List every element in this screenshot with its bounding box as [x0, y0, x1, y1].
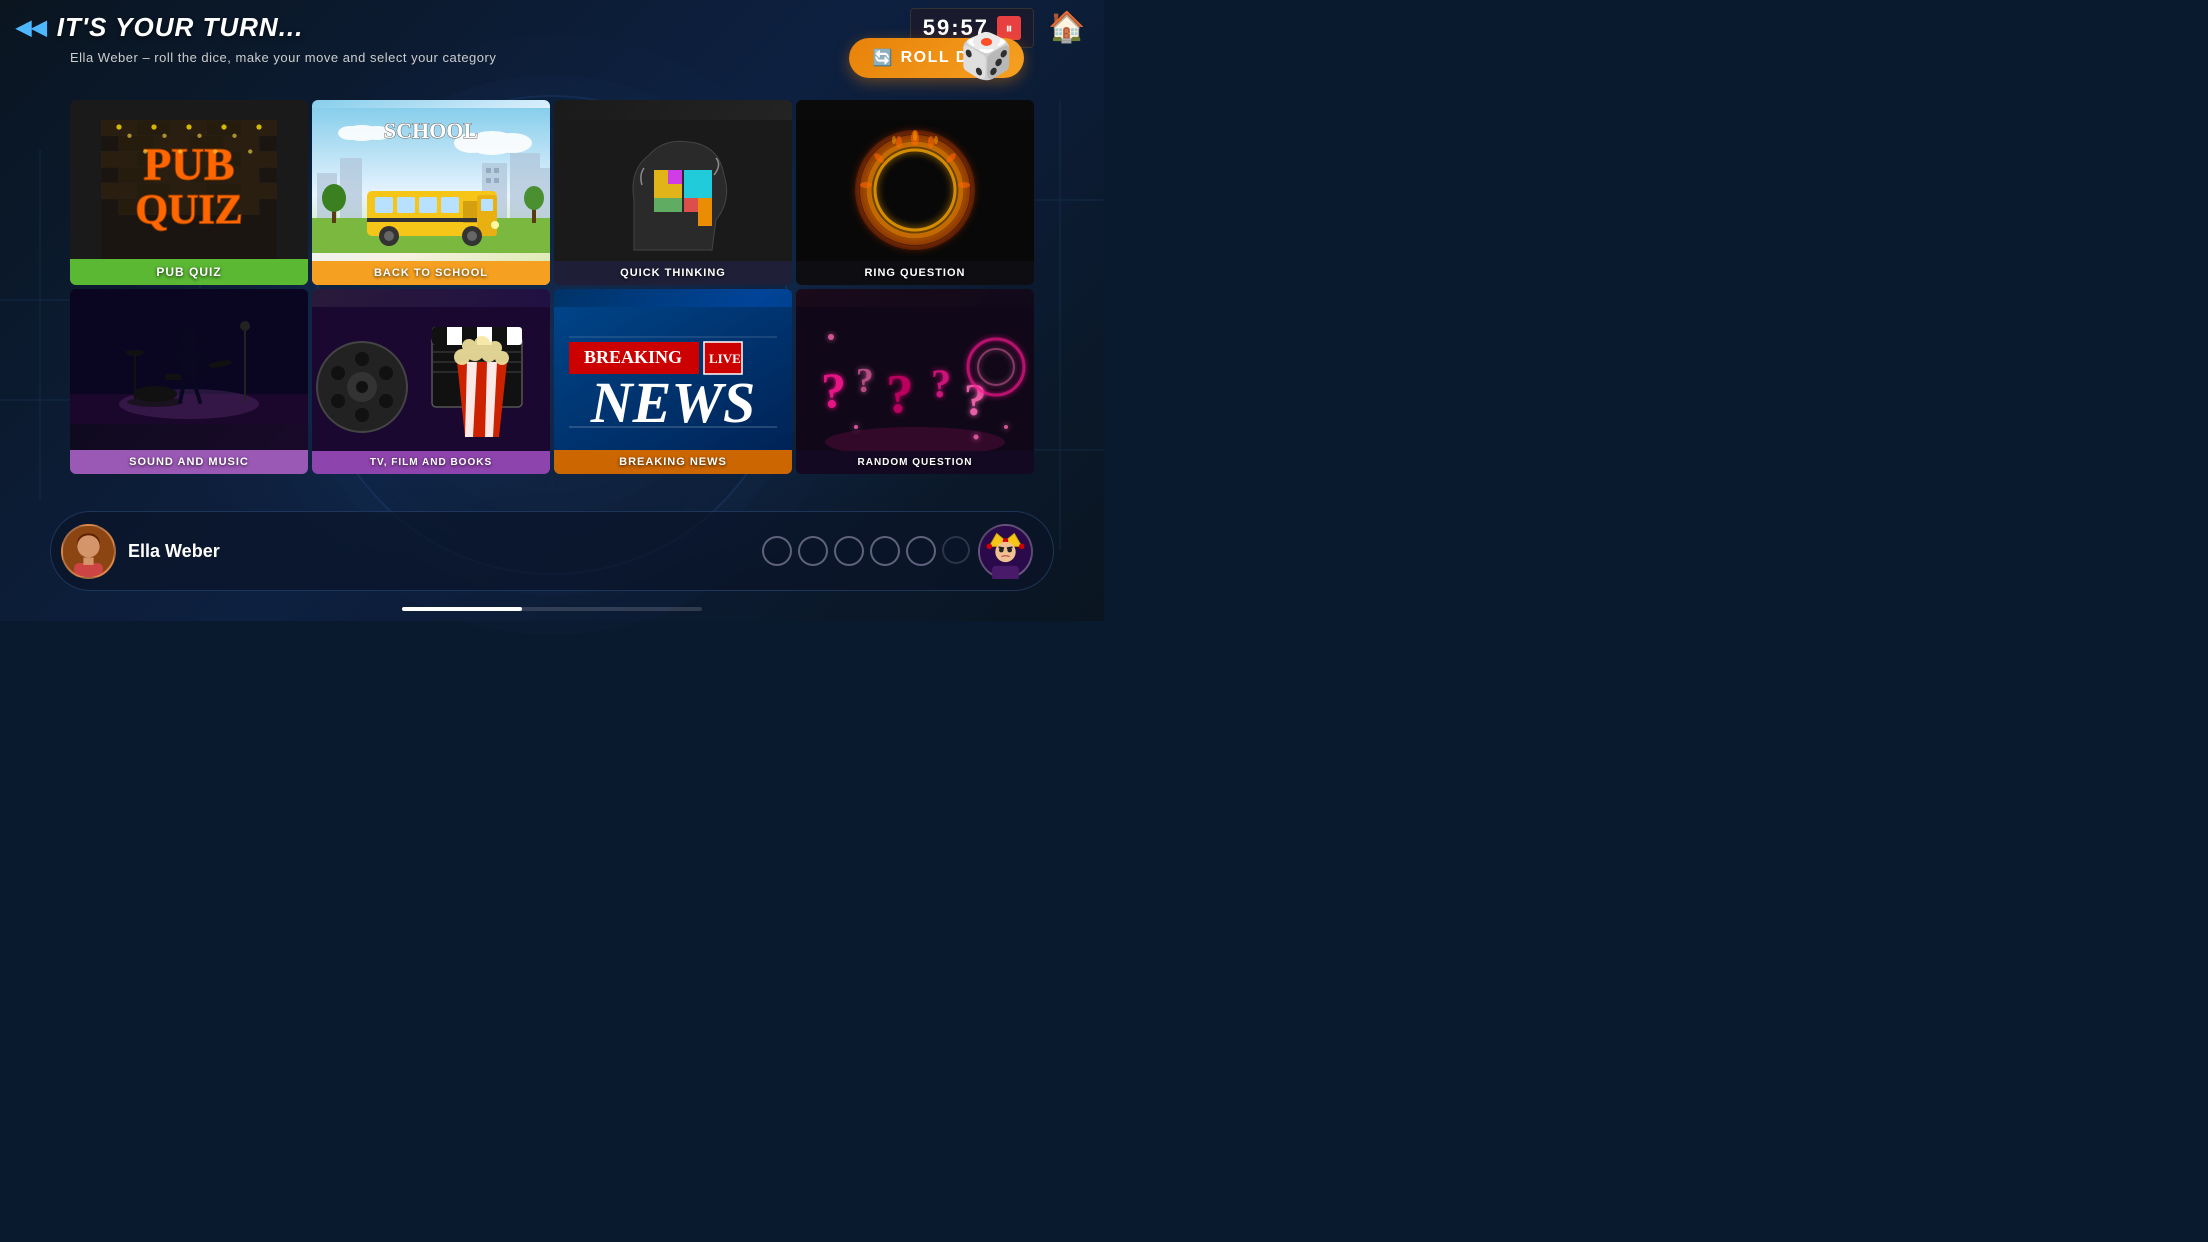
- progress-bar-area: [402, 607, 702, 611]
- player-bar: Ella Weber: [50, 511, 1054, 591]
- player-avatar: [61, 524, 116, 579]
- double-arrow-icon: ◀◀: [16, 15, 47, 40]
- school-graphic: SCHOOL: [312, 108, 550, 253]
- category-random-question[interactable]: ? ? ? ? ? RANDOM QUESTION: [796, 289, 1034, 474]
- category-sound-music[interactable]: SOUND AND MUSIC: [70, 289, 308, 474]
- category-ring-question[interactable]: RING QUESTION: [796, 100, 1034, 285]
- ring-question-label: RING QUESTION: [796, 261, 1034, 285]
- svg-text:?: ?: [821, 362, 846, 418]
- svg-text:BREAKING: BREAKING: [584, 347, 682, 367]
- score-circle-3: [834, 536, 864, 566]
- svg-text:QUIZ: QUIZ: [135, 187, 242, 233]
- quick-thinking-label: QUICK THINKING: [554, 261, 792, 285]
- quick-thinking-graphic: [554, 120, 792, 265]
- header-left: ◀◀ IT'S YOUR TURN...: [16, 12, 303, 43]
- category-breaking-news[interactable]: BREAKING LIVE NEWS BREAKING NEWS: [554, 289, 792, 474]
- home-button[interactable]: 🏠: [1046, 7, 1088, 49]
- score-circle-6: [942, 536, 970, 564]
- player2-avatar: [978, 524, 1033, 579]
- sound-music-graphic: [70, 289, 308, 424]
- score-circle-1: [762, 536, 792, 566]
- score-circle-2: [798, 536, 828, 566]
- player-name: Ella Weber: [128, 541, 220, 562]
- score-circles: [762, 536, 970, 566]
- pub-quiz-label: PUB QUIZ: [70, 259, 308, 285]
- refresh-icon: 🔄: [873, 48, 893, 68]
- ring-question-graphic: [796, 120, 1034, 265]
- svg-text:LIVE: LIVE: [709, 351, 741, 366]
- progress-fill: [402, 607, 522, 611]
- random-question-label: RANDOM QUESTION: [796, 451, 1034, 474]
- pub-quiz-graphic: PUB QUIZ: [89, 120, 289, 260]
- svg-text:?: ?: [856, 361, 874, 400]
- tv-film-graphic: [312, 307, 550, 457]
- category-back-to-school[interactable]: SCHOOL BACK TO SCHOOL: [312, 100, 550, 285]
- category-grid: PUB QUIZ: [70, 100, 1034, 474]
- turn-title: IT'S YOUR TURN...: [57, 12, 304, 43]
- breaking-news-label: BREAKING NEWS: [554, 450, 792, 474]
- svg-text:SCHOOL: SCHOOL: [384, 118, 478, 143]
- random-question-graphic: ? ? ? ? ?: [796, 307, 1034, 457]
- score-circle-4: [870, 536, 900, 566]
- home-icon: 🏠: [1048, 10, 1085, 45]
- roll-dice-area: 🔄 ROLL DICE 🎲: [849, 38, 1024, 78]
- category-quick-thinking[interactable]: QUICK THINKING: [554, 100, 792, 285]
- svg-text:?: ?: [931, 361, 951, 406]
- tv-film-books-label: TV, FILM AND BOOKS: [312, 451, 550, 474]
- back-to-school-label: BACK TO SCHOOL: [312, 261, 550, 285]
- dice-icon: 🎲: [959, 30, 1014, 82]
- player-right: [762, 524, 1033, 579]
- svg-text:?: ?: [886, 363, 914, 424]
- player-left: Ella Weber: [61, 524, 220, 579]
- breaking-news-graphic: BREAKING LIVE NEWS: [554, 307, 792, 457]
- svg-text:?: ?: [964, 375, 987, 425]
- category-pub-quiz[interactable]: PUB QUIZ: [70, 100, 308, 285]
- svg-text:PUB: PUB: [144, 139, 235, 190]
- category-tv-film-books[interactable]: TV, FILM AND BOOKS: [312, 289, 550, 474]
- subtitle-text: Ella Weber – roll the dice, make your mo…: [70, 50, 496, 65]
- sound-music-label: SOUND AND MUSIC: [70, 450, 308, 474]
- svg-text:NEWS: NEWS: [590, 370, 755, 435]
- score-circle-5: [906, 536, 936, 566]
